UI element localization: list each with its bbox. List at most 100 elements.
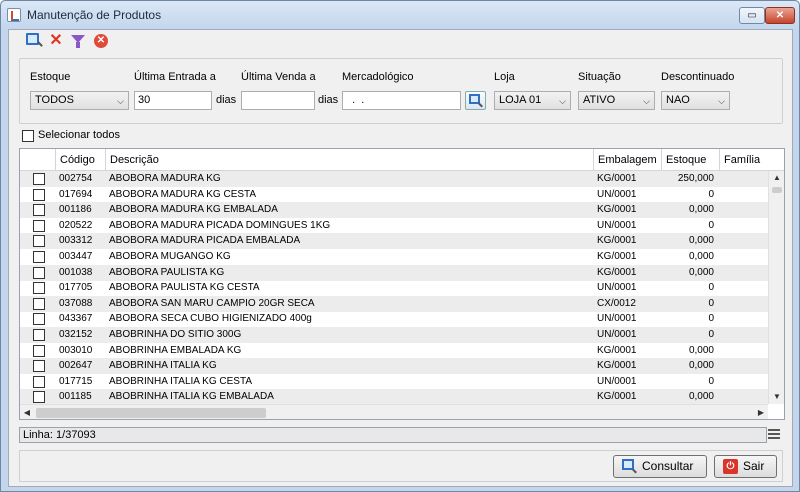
ultima-entrada-input[interactable]: 30: [134, 91, 212, 110]
window-title: Manutenção de Produtos: [27, 8, 162, 22]
cell-familia: [723, 233, 767, 249]
row-checkbox[interactable]: [33, 344, 45, 357]
horizontal-scrollbar[interactable]: ◀ ▶: [20, 404, 768, 419]
cell-estoque: 0,000: [688, 344, 714, 356]
row-checkbox[interactable]: [33, 375, 45, 388]
ultima-entrada-dias: dias: [216, 94, 237, 106]
descontinuado-value: NAO: [666, 94, 690, 106]
consultar-button[interactable]: Consultar: [613, 455, 707, 478]
column-header-estoque[interactable]: Estoque: [662, 149, 720, 171]
loja-select[interactable]: LOJA 01 ⌵: [494, 91, 571, 110]
cell-estoque: 0,000: [688, 251, 714, 262]
row-checkbox[interactable]: [33, 329, 45, 341]
table-row[interactable]: 003010 ABOBRINHA EMBALADA KG KG/0001 0,000: [20, 343, 768, 359]
cell-codigo: 001185: [59, 391, 92, 403]
table-row[interactable]: 001185 ABOBRINHA ITALIA KG EMBALADA KG/000…: [20, 389, 768, 406]
column-header-select[interactable]: [20, 149, 56, 171]
column-header-descricao[interactable]: Descrição: [106, 149, 594, 171]
cell-estoque: 0,000: [688, 204, 714, 216]
scroll-up-icon[interactable]: ▲: [769, 171, 784, 185]
descontinuado-select[interactable]: NAO ⌵: [661, 91, 730, 110]
exit-icon: ⏻: [723, 459, 738, 474]
table-row[interactable]: 017694 ABOBORA MADURA KG CESTA UN/0001 0: [20, 187, 768, 203]
cell-descricao: ABOBRINHA ITALIA KG CESTA: [109, 375, 253, 387]
row-checkbox[interactable]: [33, 282, 45, 295]
cell-codigo: 043367: [59, 313, 93, 325]
ultima-venda-dias: dias: [318, 94, 339, 106]
cell-familia: [723, 265, 767, 281]
client-area: ✕ ✕ Estoque TODOS ⌵ Última Entrada a 30 …: [8, 29, 793, 487]
cell-embalagem: UN/0001: [597, 375, 637, 387]
search-icon: [622, 459, 637, 474]
status-bar: Linha: 1/37093: [19, 427, 767, 443]
mercadologico-search-button[interactable]: [465, 91, 486, 110]
cell-estoque: 0: [708, 219, 714, 231]
cell-descricao: ABOBRINHA ITALIA KG: [109, 360, 217, 372]
close-window-button[interactable]: ✕: [765, 7, 795, 24]
row-checkbox[interactable]: [33, 173, 45, 185]
cancel-icon[interactable]: ✕: [92, 32, 110, 50]
table-row[interactable]: 017705 ABOBORA PAULISTA KG CESTA UN/0001 0: [20, 280, 768, 296]
estoque-select[interactable]: TODOS ⌵: [30, 91, 129, 110]
column-header-familia[interactable]: Família: [720, 149, 784, 171]
horizontal-scroll-thumb[interactable]: [36, 408, 266, 418]
table-row[interactable]: 002647 ABOBRINHA ITALIA KG KG/0001 0,000: [20, 358, 768, 375]
scroll-left-icon[interactable]: ◀: [20, 405, 34, 419]
table-row[interactable]: 001038 ABOBORA PAULISTA KG KG/0001 0,000: [20, 264, 768, 281]
cell-estoque: 0: [708, 313, 714, 325]
cell-estoque: 0: [708, 329, 714, 340]
table-row[interactable]: 001186 ABOBORA MADURA KG EMBALADA KG/0001 0…: [20, 202, 768, 219]
row-checkbox[interactable]: [33, 188, 45, 201]
row-checkbox[interactable]: [33, 266, 45, 279]
scroll-thumb[interactable]: [772, 187, 782, 193]
table-row[interactable]: 003312 ABOBORA MADURA PICADA EMBALADA KG/0…: [20, 233, 768, 250]
table-row[interactable]: 002754 ABOBORA MADURA KG KG/0001 250,000: [20, 171, 768, 187]
table-row[interactable]: 003447 ABOBORA MUGANGO KG KG/0001 0,000: [20, 249, 768, 265]
row-checkbox[interactable]: [33, 251, 45, 263]
row-checkbox[interactable]: [33, 391, 45, 404]
row-checkbox[interactable]: [33, 360, 45, 373]
cell-familia: [723, 218, 767, 234]
row-checkbox[interactable]: [33, 204, 45, 217]
ultima-venda-input[interactable]: [241, 91, 315, 110]
table-row[interactable]: 020522 ABOBORA MADURA PICADA DOMINGUES 1K…: [20, 218, 768, 234]
cell-codigo: 017705: [59, 282, 93, 294]
delete-icon[interactable]: ✕: [47, 32, 65, 50]
cell-codigo: 001038: [59, 266, 93, 278]
filter-icon[interactable]: [69, 32, 87, 50]
cell-descricao: ABOBORA MADURA PICADA DOMINGUES 1KG: [109, 219, 331, 231]
cell-embalagem: KG/0001: [597, 344, 637, 356]
cell-estoque: 0: [708, 297, 714, 309]
column-header-embalagem[interactable]: Embalagem: [594, 149, 662, 171]
table-row[interactable]: 017715 ABOBRINHA ITALIA KG CESTA UN/0001 0: [20, 374, 768, 390]
mercadologico-input[interactable]: . .: [342, 91, 461, 110]
cell-familia: [723, 296, 767, 312]
table-row[interactable]: 037088 ABOBORA SAN MARU CAMPIO 20GR SECA C…: [20, 295, 768, 312]
title-bar[interactable]: Manutenção de Produtos ▭ ✕: [1, 1, 799, 29]
cell-familia: [723, 202, 767, 218]
cell-embalagem: KG/0001: [597, 235, 637, 247]
scroll-right-icon[interactable]: ▶: [754, 405, 768, 419]
row-checkbox[interactable]: [33, 219, 45, 232]
row-checkbox[interactable]: [33, 297, 45, 310]
cell-codigo: 003312: [59, 235, 93, 247]
vertical-scrollbar[interactable]: ▲ ▼: [768, 171, 784, 404]
cell-descricao: ABOBORA MADURA KG EMBALADA: [109, 204, 278, 216]
scroll-down-icon[interactable]: ▼: [769, 390, 784, 404]
cell-familia: [723, 389, 767, 405]
cell-embalagem: UN/0001: [597, 313, 637, 325]
row-checkbox[interactable]: [33, 313, 45, 326]
menu-icon[interactable]: [768, 429, 780, 441]
sair-button[interactable]: ⏻ Sair: [714, 455, 777, 478]
column-header-codigo[interactable]: Código: [56, 149, 106, 171]
table-row[interactable]: 043367 ABOBORA SECA CUBO HIGIENIZADO 400g…: [20, 311, 768, 327]
search-icon[interactable]: [25, 32, 43, 50]
table-row[interactable]: 032152 ABOBRINHA DO SITIO 300G UN/0001 0: [20, 327, 768, 343]
cell-embalagem: KG/0001: [597, 251, 637, 262]
row-checkbox[interactable]: [33, 235, 45, 248]
products-table: Código Descrição Embalagem Estoque Famíl…: [19, 148, 785, 420]
situacao-select[interactable]: ATIVO ⌵: [578, 91, 655, 110]
select-all-checkbox[interactable]: [22, 130, 34, 142]
maximize-button[interactable]: ▭: [739, 7, 765, 24]
cell-descricao: ABOBRINHA ITALIA KG EMBALADA: [109, 391, 274, 403]
